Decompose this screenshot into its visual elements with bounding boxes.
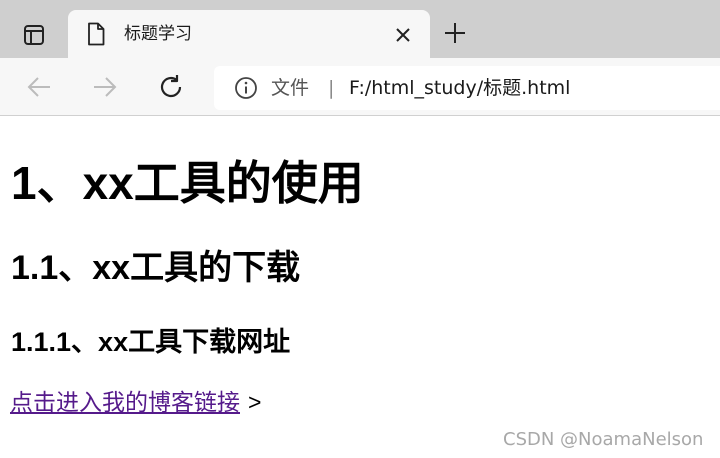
blog-link-line: 点击进入我的博客链接 >	[10, 387, 261, 417]
reload-button[interactable]	[154, 70, 188, 104]
url-text[interactable]: F:/html_study/标题.html	[349, 76, 570, 100]
info-icon[interactable]	[234, 76, 258, 100]
reload-icon	[160, 75, 182, 98]
close-icon	[396, 28, 410, 42]
tab-title: 标题学习	[124, 24, 192, 44]
new-tab-button[interactable]	[440, 18, 470, 48]
tab-close-button[interactable]	[392, 24, 414, 46]
page-content: 1、xx工具的使用 1.1、xx工具的下载 1.1.1、xx工具下载网址 点击进…	[0, 117, 720, 458]
forward-arrow-icon	[94, 77, 117, 97]
blog-link[interactable]: 点击进入我的博客链接	[10, 389, 240, 415]
address-bar[interactable]: 文件 | F:/html_study/标题.html	[214, 66, 720, 110]
active-tab[interactable]: 标题学习	[68, 10, 430, 58]
heading-level-3: 1.1.1、xx工具下载网址	[11, 327, 291, 357]
forward-button[interactable]	[88, 70, 122, 104]
tab-actions-icon	[24, 25, 44, 45]
address-separator: |	[328, 77, 335, 99]
tab-strip: 标题学习	[0, 0, 720, 58]
browser-toolbar: 文件 | F:/html_study/标题.html	[0, 58, 720, 116]
watermark: CSDN @NoamaNelson	[503, 429, 704, 450]
tab-actions-button[interactable]	[14, 20, 54, 50]
document-icon	[88, 22, 105, 46]
heading-level-1: 1、xx工具的使用	[11, 157, 364, 209]
scheme-label: 文件	[271, 77, 310, 99]
link-suffix: >	[248, 389, 262, 415]
plus-icon	[445, 23, 465, 43]
back-button[interactable]	[22, 70, 56, 104]
heading-level-2: 1.1、xx工具的下载	[11, 249, 301, 287]
back-arrow-icon	[27, 77, 50, 97]
